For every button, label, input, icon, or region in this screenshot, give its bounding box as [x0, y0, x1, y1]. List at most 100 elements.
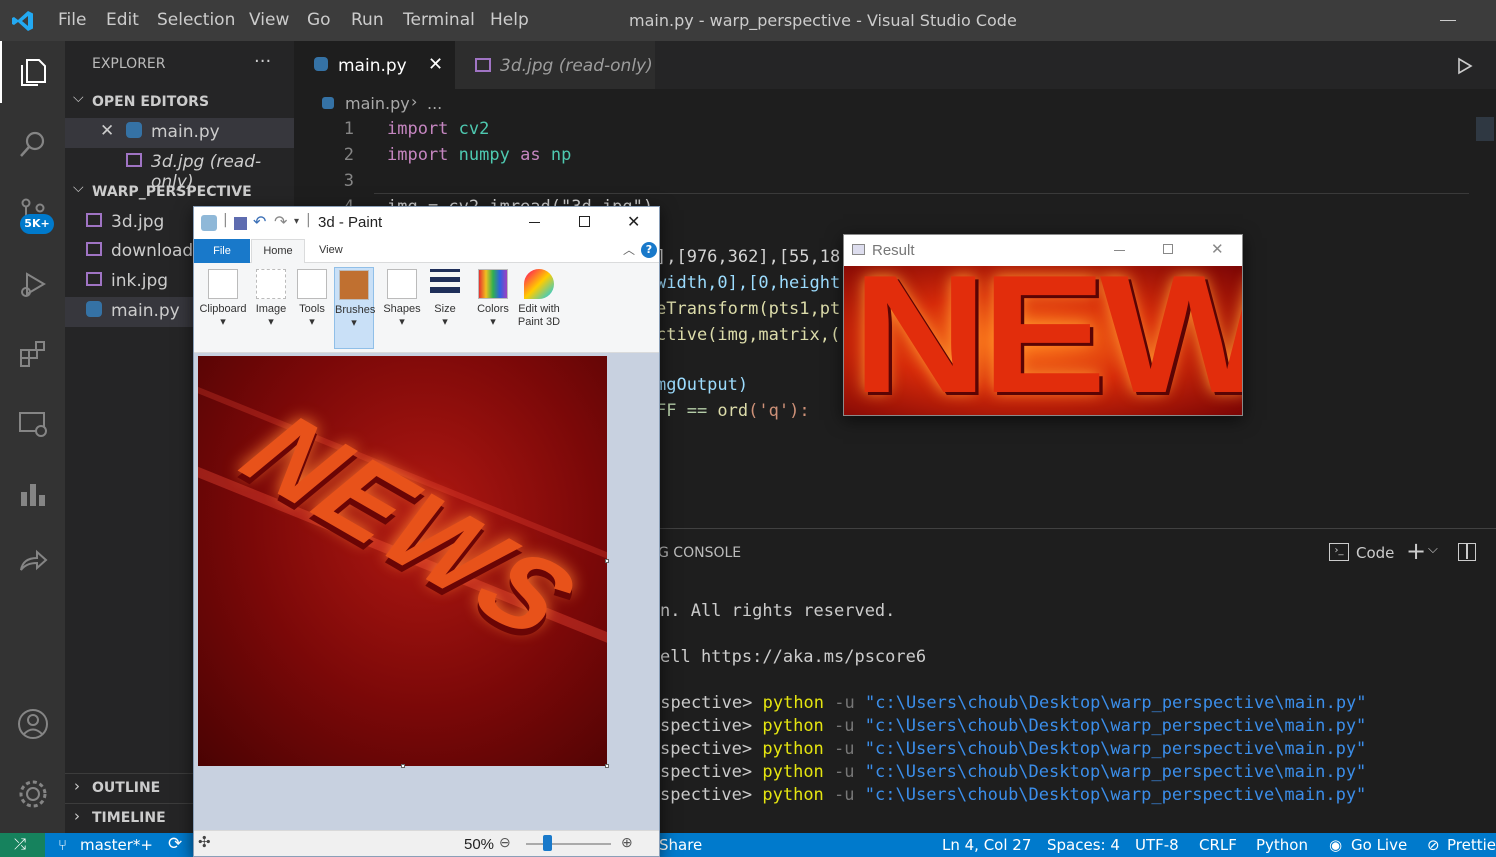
remote-explorer-button[interactable] [0, 393, 65, 455]
charts-button[interactable] [0, 463, 65, 525]
maximize-button[interactable] [1163, 244, 1173, 254]
run-file-icon[interactable] [1457, 57, 1473, 75]
split-terminal-icon[interactable] [1458, 543, 1476, 561]
terminal-line: n. All rights reserved. [660, 601, 896, 621]
chevron-down-icon[interactable]: ⌵ [1428, 542, 1438, 557]
breadcrumb-file[interactable]: main.py [345, 94, 410, 113]
zoom-in-button[interactable]: ⊕ [621, 834, 633, 851]
shapes-group[interactable]: Shapes ▾ [382, 267, 422, 349]
go-live-button[interactable]: Go Live [1351, 836, 1407, 854]
menu-terminal[interactable]: Terminal [403, 10, 475, 30]
minimap[interactable] [1476, 117, 1494, 141]
menu-selection[interactable]: Selection [157, 10, 235, 30]
paint-canvas-image[interactable]: NEWS [198, 356, 607, 766]
close-button[interactable]: ✕ [627, 212, 640, 231]
image-file-icon [475, 58, 491, 72]
close-button[interactable]: ✕ [1211, 240, 1224, 258]
zoom-slider[interactable] [526, 843, 611, 845]
tools-icon [297, 269, 327, 299]
tab-view[interactable]: View [319, 244, 343, 256]
encoding[interactable]: UTF-8 [1135, 836, 1179, 854]
breadcrumb-symbol[interactable]: ... [427, 94, 442, 113]
open-editors-header[interactable]: ⌵ OPEN EDITORS [65, 88, 294, 118]
collapse-ribbon-icon[interactable]: ︿ [623, 241, 635, 258]
line-ending[interactable]: CRLF [1199, 836, 1237, 854]
extensions-button[interactable] [0, 323, 65, 385]
paint-window: | ↶ ↷ ▾ | 3d - Paint ✕ File Home View ︿ … [193, 206, 660, 857]
open-editor-item[interactable]: 3d.jpg (read-only) [65, 148, 294, 192]
save-icon[interactable] [234, 217, 247, 230]
maximize-button[interactable] [579, 216, 590, 227]
resize-handle[interactable] [605, 764, 609, 768]
code-fragment: mgOutput) [656, 375, 749, 395]
minimize-button[interactable] [1114, 250, 1125, 251]
more-actions-button[interactable]: ··· [254, 51, 271, 72]
menu-edit[interactable]: Edit [106, 10, 139, 30]
chevron-down-icon: ⌵ [73, 180, 84, 196]
qat-separator: | [223, 212, 228, 228]
tab-debug-console[interactable]: G CONSOLE [658, 545, 741, 561]
help-icon[interactable]: ? [641, 242, 657, 258]
zoom-slider-thumb[interactable] [543, 835, 552, 851]
chevron-right-icon: › [74, 777, 80, 795]
brushes-group[interactable]: Brushes ▾ [334, 267, 375, 349]
prettier-icon: ⊘ [1427, 836, 1440, 854]
paint-ribbon-tabs: File Home View ︿ ? [194, 239, 659, 264]
zoom-out-button[interactable]: ⊖ [499, 834, 511, 851]
menu-go[interactable]: Go [307, 10, 331, 30]
branch-name[interactable]: master*+ [80, 836, 153, 854]
search-button[interactable] [0, 113, 65, 175]
resize-handle[interactable] [605, 559, 609, 563]
menu-help[interactable]: Help [490, 10, 529, 30]
explorer-button[interactable] [0, 41, 65, 103]
tab-home[interactable]: Home [251, 239, 305, 264]
cursor-position[interactable]: Ln 4, Col 27 [942, 836, 1031, 854]
prettier-status[interactable]: Prettie [1447, 836, 1496, 854]
tab-file[interactable]: File [194, 239, 250, 263]
resize-handle[interactable] [401, 764, 405, 768]
paint3d-group[interactable]: Edit with Paint 3D [516, 267, 562, 349]
run-debug-button[interactable] [0, 253, 65, 315]
minimize-button[interactable] [1440, 20, 1456, 21]
chevron-right-icon: › [411, 92, 418, 111]
language-mode[interactable]: Python [1256, 836, 1308, 854]
manage-button[interactable] [0, 763, 65, 825]
size-icon [430, 269, 460, 299]
close-icon[interactable]: ✕ [100, 121, 114, 141]
live-share-icon [19, 549, 48, 571]
code-fragment: ctive(img,matrix,( [656, 325, 841, 345]
size-group[interactable]: Size ▾ [426, 267, 464, 349]
close-icon[interactable]: ✕ [428, 54, 443, 75]
remote-indicator[interactable]: ⤮ [0, 833, 45, 857]
account-icon [17, 709, 48, 739]
undo-icon[interactable]: ↶ [253, 212, 266, 231]
result-title-bar: Result ✕ [844, 235, 1242, 266]
sync-icon[interactable]: ⟳ [168, 834, 182, 854]
menu-view[interactable]: View [249, 10, 289, 30]
tools-group[interactable]: Tools ▾ [294, 267, 330, 349]
extensions-icon [19, 341, 45, 367]
open-editor-item[interactable]: ✕ main.py [65, 118, 294, 148]
line-number: 3 [343, 171, 354, 191]
image-group[interactable]: Image ▾ [252, 267, 290, 349]
menu-run[interactable]: Run [351, 10, 384, 30]
image-file-icon [86, 242, 102, 256]
python-file-icon [314, 57, 328, 71]
terminal-profile[interactable]: Code [1356, 544, 1394, 562]
minimize-button[interactable] [529, 222, 540, 223]
new-terminal-button[interactable]: + [1406, 537, 1426, 565]
paint-app-icon [201, 215, 217, 231]
indentation[interactable]: Spaces: 4 [1047, 836, 1120, 854]
clipboard-group[interactable]: Clipboard ▾ [198, 267, 248, 349]
redo-icon[interactable]: ↷ [274, 212, 287, 231]
live-share-status[interactable]: Share [659, 836, 702, 854]
accounts-button[interactable] [0, 693, 65, 755]
qat-dropdown-icon[interactable]: ▾ [294, 216, 299, 227]
branch-icon: ⑂ [58, 836, 68, 854]
tab-3d-jpg[interactable]: 3d.jpg (read-only) [455, 41, 655, 89]
project-folder-header[interactable]: ⌵ WARP_PERSPECTIVE [65, 178, 294, 208]
menu-file[interactable]: File [58, 10, 86, 30]
live-share-button[interactable] [0, 533, 65, 595]
colors-group[interactable]: Colors ▾ [474, 267, 512, 349]
tab-main-py[interactable]: main.py ✕ [294, 41, 455, 89]
